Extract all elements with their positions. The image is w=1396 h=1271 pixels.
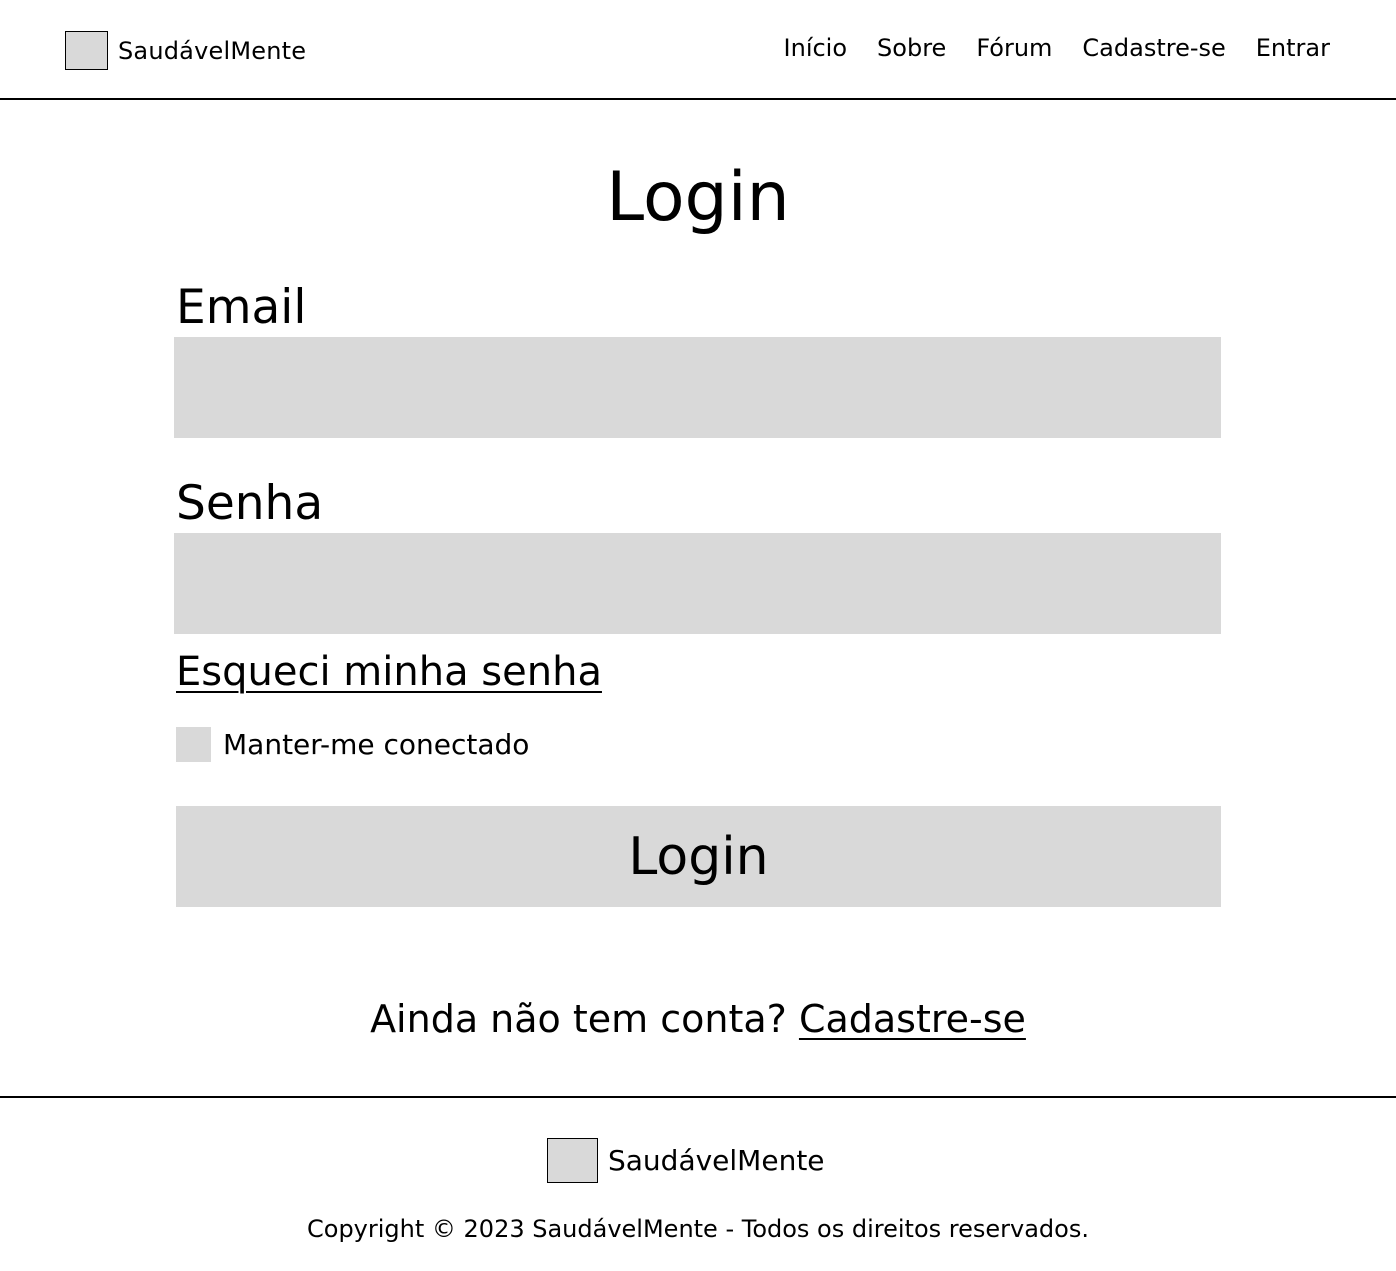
footer-brand-name: SaudávelMente [608,1144,825,1177]
remember-me: Manter-me conectado [176,727,529,762]
email-input[interactable] [174,337,1221,438]
site-footer: SaudávelMente Copyright © 2023 SaudávelM… [0,1096,1396,1271]
password-input[interactable] [174,533,1221,634]
nav-item-sobre[interactable]: Sobre [877,34,946,62]
logo-icon[interactable] [65,31,108,70]
nav-item-cadastre-se[interactable]: Cadastre-se [1082,34,1225,62]
nav-item-inicio[interactable]: Início [784,34,848,62]
signup-link[interactable]: Cadastre-se [799,997,1026,1041]
copyright-text: Copyright © 2023 SaudávelMente - Todos o… [307,1215,1089,1243]
forgot-password-link[interactable]: Esqueci minha senha [176,649,602,695]
email-label: Email [176,280,307,335]
remember-me-label[interactable]: Manter-me conectado [223,728,529,761]
nav-item-entrar[interactable]: Entrar [1256,34,1330,62]
footer-brand: SaudávelMente [547,1138,825,1183]
signup-prompt: Ainda não tem conta? Cadastre-se [0,993,1396,1045]
site-header: SaudávelMente Início Sobre Fórum Cadastr… [0,0,1396,100]
password-label: Senha [176,476,324,531]
main-nav: Início Sobre Fórum Cadastre-se Entrar [754,34,1330,62]
brand-name[interactable]: SaudávelMente [118,37,306,65]
login-button[interactable]: Login [176,806,1221,907]
nav-item-forum[interactable]: Fórum [976,34,1052,62]
footer-logo-icon [547,1138,598,1183]
page-title: Login [606,158,790,237]
remember-me-checkbox[interactable] [176,727,211,762]
brand[interactable]: SaudávelMente [65,31,306,70]
signup-prompt-text: Ainda não tem conta? [370,997,787,1041]
